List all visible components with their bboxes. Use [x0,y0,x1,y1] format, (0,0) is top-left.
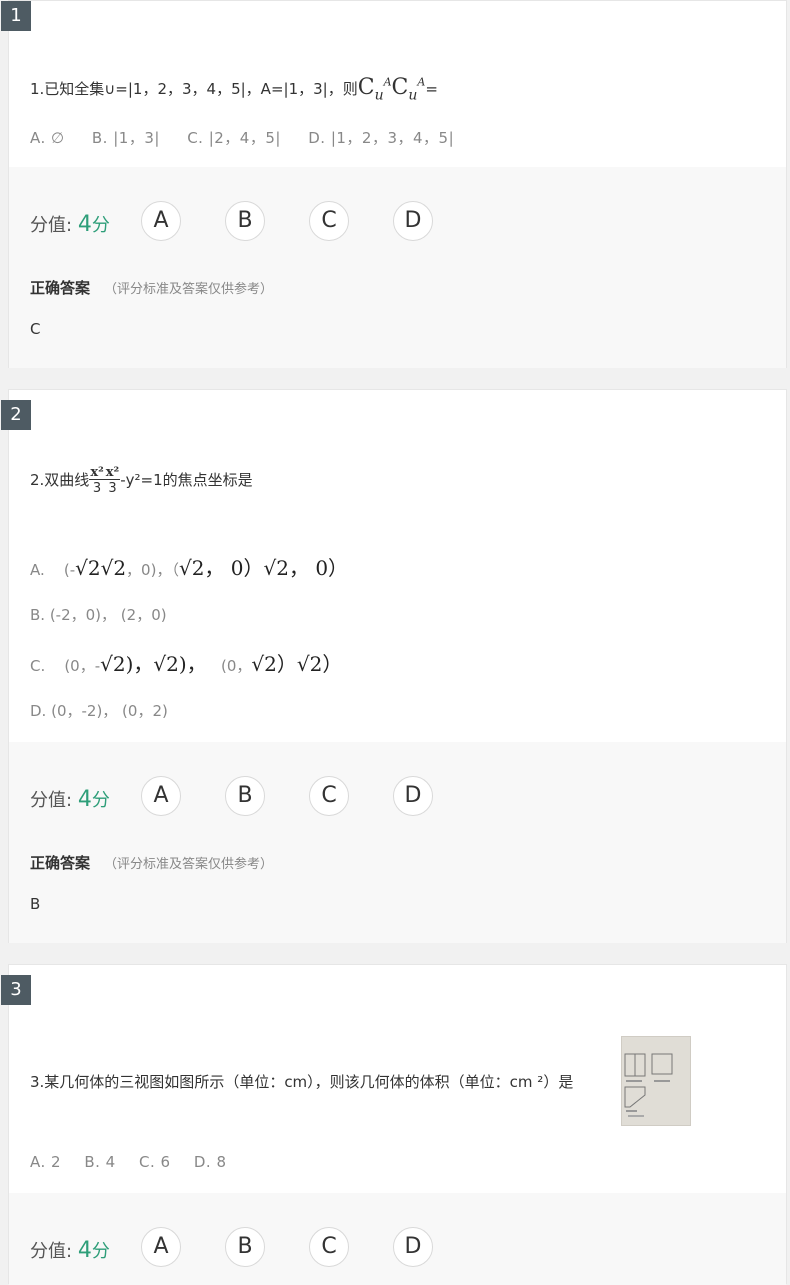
question-number-badge: 3 [1,975,31,1005]
stem-text: 1.已知全集∪=|1，2，3，4，5|，A=|1，3|，则 [30,80,358,98]
option-a: A. 2 [30,1153,62,1171]
answer-panel: 分值: 4分 A B C D 正确答案 （评分标准及答案仅供参考） C [9,167,786,368]
option-b: B. |1，3| [91,129,160,147]
choice-a-button[interactable]: A [141,1227,181,1267]
choice-b-button[interactable]: B [225,1227,265,1267]
question-number-badge: 2 [1,400,31,430]
question-number-badge: 1 [1,1,31,31]
correct-answer-heading: 正确答案 （评分标准及答案仅供参考） [30,279,274,297]
options-line: A. ∅ B. |1，3| C. |2，4，5| D. |1，2，3，4，5| [30,127,476,148]
option-d: D. 8 [193,1153,227,1171]
choice-c-button[interactable]: C [309,1227,349,1267]
choice-c-button[interactable]: C [309,776,349,816]
option-c: C. (0，-√2)，√2)， (0，√2）√2） [30,652,343,676]
score-display: 分值: 4分 [30,787,110,812]
three-view-figure-image [621,1036,691,1126]
option-a: A. (-√2√2，0)，（√2， 0）√2， 0） [30,556,349,580]
complement-symbol: CuACuA [357,75,426,104]
question-card-2: 2 2.双曲线 x² 3 x² 3 -y²=1的焦点坐标是 A. (-√2√2，0)，（√… [1,389,787,943]
option-d: D. |1，2，3，4，5| [308,129,455,147]
question-stem: 3.某几何体的三视图如图所示（单位：cm），则该几何体的体积（单位：cm ²）是 [30,1073,574,1091]
option-b: B. 4 [84,1153,116,1171]
fraction: x² 3 [89,465,105,496]
option-b: B. (-2，0)， (2，0) [30,606,167,624]
choice-a-button[interactable]: A [141,776,181,816]
score-display: 分值: 4分 [30,1238,110,1263]
correct-answer-heading: 正确答案 （评分标准及答案仅供参考） [30,854,274,872]
correct-answer-value: C [30,320,41,338]
question-card-3: 3 3.某几何体的三视图如图所示（单位：cm），则该几何体的体积（单位：cm ²… [1,964,787,1285]
fraction: x² 3 [104,465,121,496]
choice-c-button[interactable]: C [309,201,349,241]
correct-answer-value: B [30,895,41,913]
question-stem: 2.双曲线 x² 3 x² 3 -y²=1的焦点坐标是 [30,465,253,496]
figure-sketch [624,1053,673,1117]
question-stem: 1.已知全集∪=|1，2，3，4，5|，A=|1，3|，则CuACuA= [30,75,438,104]
option-d: D. (0，-2)， (0，2) [30,702,168,720]
choice-d-button[interactable]: D [393,776,433,816]
answer-panel: 分值: 4分 A B C D 正确答案 （评分标准及答案仅供参考） B [9,742,786,943]
choice-b-button[interactable]: B [225,201,265,241]
option-c: C. 6 [139,1153,171,1171]
choice-d-button[interactable]: D [393,201,433,241]
option-a: A. ∅ [30,129,65,147]
score-display: 分值: 4分 [30,212,110,237]
choice-d-button[interactable]: D [393,1227,433,1267]
question-card-1: 1 1.已知全集∪=|1，2，3，4，5|，A=|1，3|，则CuACuA= A… [1,0,787,368]
choice-a-button[interactable]: A [141,201,181,241]
answer-panel: 分值: 4分 A B C D [9,1193,786,1285]
choice-b-button[interactable]: B [225,776,265,816]
option-c: C. |2，4，5| [187,129,281,147]
options-line: A. 2 B. 4 C. 6 D. 8 [30,1153,249,1171]
